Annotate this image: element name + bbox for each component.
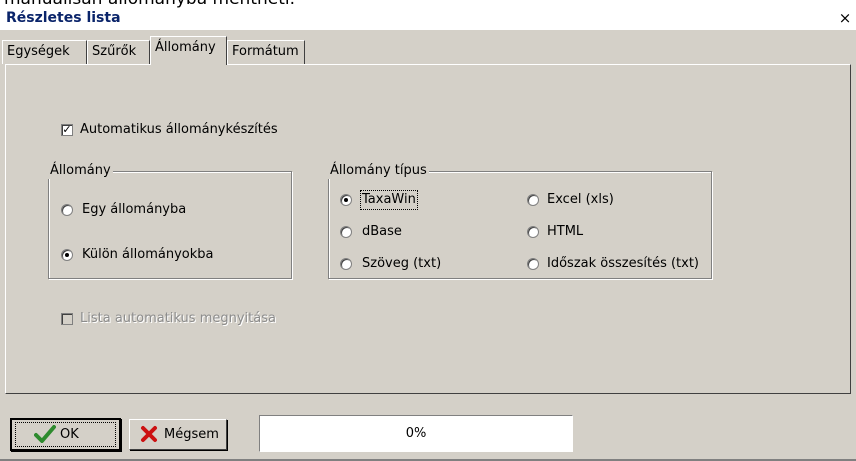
progress-field: 0% [259, 415, 573, 452]
auto-file-label: Automatikus állománykészítés [80, 122, 278, 137]
cancel-button-content: Mégsem [140, 425, 219, 443]
tab-formatum[interactable]: Formátum [227, 40, 305, 64]
type-group-title: Állomány típus [328, 163, 429, 179]
radio-separate-files[interactable] [61, 249, 73, 261]
radio-period-summary-label: Időszak összesítés (txt) [547, 256, 700, 271]
title-bar [0, 8, 856, 30]
radio-html-label: HTML [547, 224, 584, 239]
radio-excel[interactable] [527, 194, 539, 206]
auto-open-checkbox[interactable] [61, 313, 73, 325]
radio-taxawin[interactable] [340, 194, 352, 206]
radio-text-label: Szöveg (txt) [362, 256, 442, 271]
x-icon [140, 425, 158, 443]
radio-dbase-label: dBase [362, 224, 402, 239]
auto-open-label: Lista automatikus megnyitása [80, 311, 276, 326]
check-icon [34, 425, 56, 443]
ok-button-label: OK [60, 426, 79, 442]
tab-egysegek[interactable]: Egységek [2, 40, 87, 64]
radio-excel-label: Excel (xls) [547, 192, 614, 207]
file-group-title: Állomány [48, 163, 113, 179]
radio-text[interactable] [340, 258, 352, 270]
cancel-button-label: Mégsem [164, 426, 219, 442]
radio-single-file-label: Egy állományba [82, 202, 187, 217]
tab-allomany[interactable]: Állomány [150, 36, 227, 65]
radio-separate-files-label: Külön állományokba [82, 247, 214, 262]
radio-single-file[interactable] [61, 204, 73, 216]
radio-html[interactable] [527, 226, 539, 238]
radio-period-summary[interactable] [527, 258, 539, 270]
ok-button-content: OK [34, 425, 79, 443]
close-button[interactable]: × [835, 8, 855, 28]
tab-szurok[interactable]: Szűrők [87, 40, 150, 64]
radio-dbase[interactable] [340, 226, 352, 238]
radio-taxawin-label: TaxaWin [360, 190, 418, 210]
auto-file-checkbox[interactable]: ✓ [61, 124, 73, 136]
cropped-caption: manuálisan állományba mentheti. [0, 0, 856, 8]
window-title: Részletes lista [6, 10, 121, 26]
